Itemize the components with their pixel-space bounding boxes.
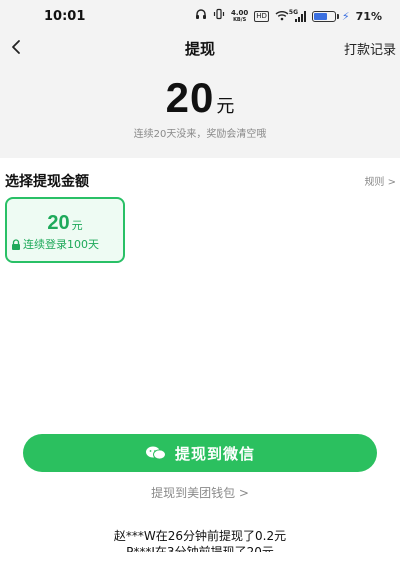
signal-label: 5G [288,9,299,16]
balance-header: 提现 打款记录 20 元 连续20天没来，奖励会清空哦 [0,32,400,158]
balance-amount: 20 [165,74,215,121]
status-bar: 10:01 4.00 KB/S HD 5G ⚡ 71% [0,0,400,32]
payout-records-link[interactable]: 打款记录 [344,39,396,58]
section-title: 选择提现金额 [5,174,89,190]
balance-unit: 元 [216,96,235,117]
option-condition-text: 连续登录100天 [23,238,99,251]
signal-icon: 5G [289,9,306,22]
withdraw-to-wechat-button[interactable]: 提现到微信 [23,434,377,472]
option-condition: 连续登录100天 [11,236,121,252]
headphones-icon [195,8,207,25]
withdrawal-ticker: 赵***W在26分钟前提现了0.2元 P***J在3分钟前提现了20元 [0,528,400,552]
ticker-line: 赵***W在26分钟前提现了0.2元 [113,529,287,543]
battery-icon [311,11,339,22]
wechat-icon [145,446,166,460]
net-speed-unit: KB/S [233,16,247,23]
balance-display: 20 元 [0,74,400,122]
expiry-notice: 连续20天没来，奖励会清空哦 [133,129,267,140]
battery-fill [313,13,328,20]
wifi-icon [275,10,289,24]
option-amount: 20 元 [7,212,123,235]
rules-link[interactable]: 规则 > [364,173,396,188]
amount-option-20[interactable]: 20 元 连续登录100天 [5,197,125,263]
hd-badge: HD [254,11,269,22]
page-title: 提现 [184,40,215,58]
option-amount-unit: 元 [71,219,83,232]
status-time: 10:01 [44,9,86,24]
net-speed-value: 4.00 [230,8,249,17]
withdraw-to-meituan-link[interactable]: 提现到美团钱包 > [0,484,400,501]
status-icons: 4.00 KB/S HD 5G ⚡ 71% [195,8,382,25]
ticker-line: P***J在3分钟前提现了20元 [126,545,274,552]
option-amount-value: 20 [47,212,70,234]
charging-icon: ⚡ [341,10,350,23]
network-speed: 4.00 KB/S [230,8,249,24]
lock-icon [12,238,20,250]
battery-percent: 71% [355,10,382,23]
wechat-button-label: 提现到微信 [174,444,255,463]
vibrate-icon [213,8,225,25]
